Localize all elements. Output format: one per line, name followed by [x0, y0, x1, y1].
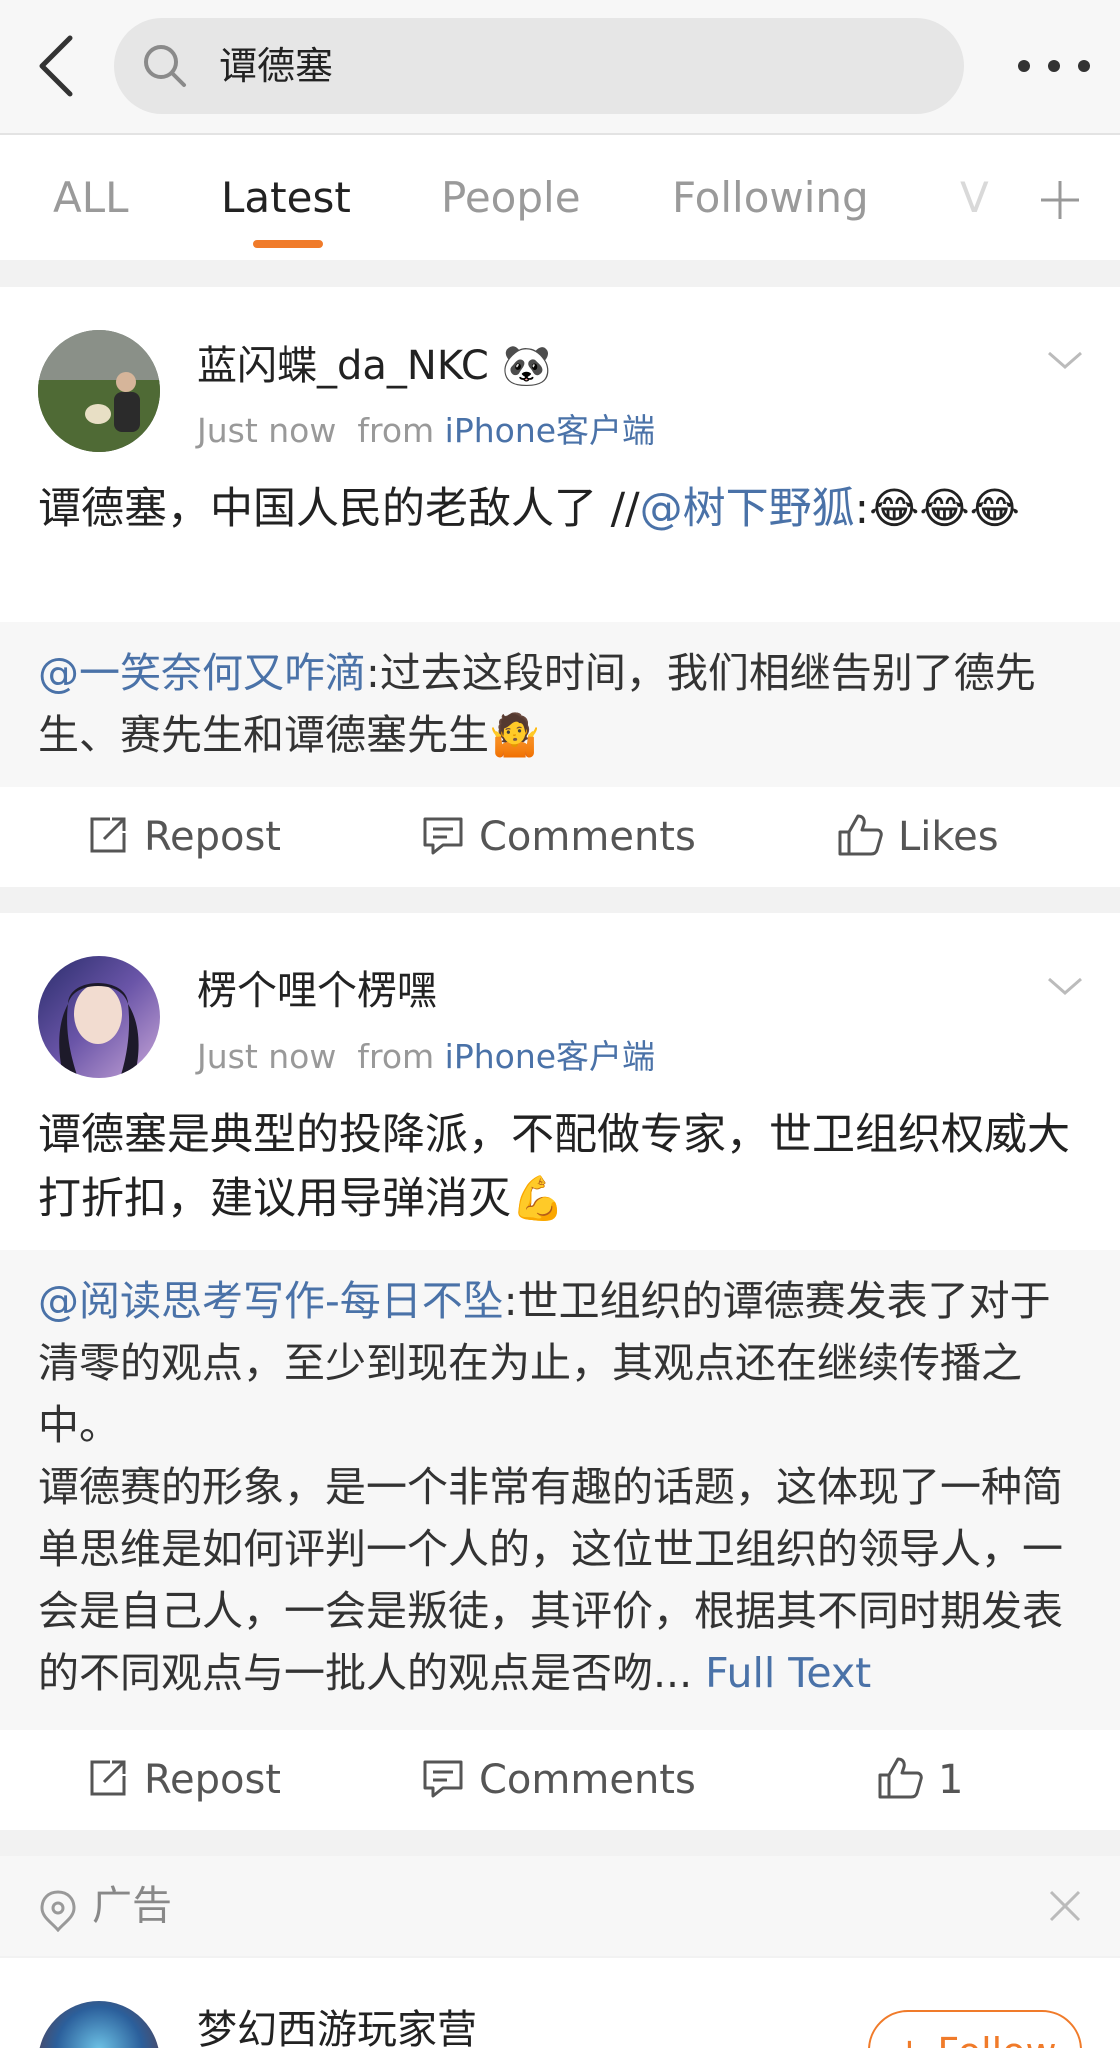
ad-card[interactable]: 梦幻西游玩家营 + Follow [0, 1958, 1120, 2048]
post-time: Just now [197, 1037, 337, 1076]
avatar[interactable] [38, 330, 160, 452]
repost-text: @一笑奈何又咋滴:过去这段时间，我们相继告别了德先生、赛先生和谭德塞先生🤷 [38, 649, 1036, 759]
post-actions: Repost Comments Likes [0, 787, 1120, 887]
back-icon[interactable] [30, 30, 84, 102]
like-icon [838, 814, 883, 856]
add-tab-icon[interactable] [1035, 175, 1085, 225]
post-meta: Just now from iPhone客户端 [197, 1035, 655, 1079]
post-body[interactable]: 谭德塞，中国人民的老敌人了 //@树下野狐:😂😂😂 [38, 477, 1088, 541]
post-time: Just now [197, 411, 337, 450]
post-actions: Repost Comments 1 [0, 1730, 1120, 1830]
screen: 谭德塞 ALL Latest People Following V 蓝闪蝶_da… [0, 0, 1120, 2048]
avatar[interactable] [38, 956, 160, 1078]
chevron-down-icon[interactable] [1045, 345, 1085, 375]
repost-block[interactable]: @阅读思考写作-每日不坠:世卫组织的谭德赛发表了对于清零的观点，至少到现在为止，… [0, 1250, 1120, 1730]
close-icon[interactable] [1047, 1888, 1083, 1924]
post-meta: Just now from iPhone客户端 [197, 409, 655, 453]
comments-button[interactable]: Comments [421, 811, 696, 863]
post-from: from [357, 411, 435, 450]
more-options-icon[interactable] [1010, 56, 1100, 76]
top-bar: 谭德塞 [0, 0, 1120, 135]
post-body[interactable]: 谭德塞是典型的投降派，不配做专家，世卫组织权威大打折扣，建议用导弹消灭💪 [38, 1103, 1088, 1231]
follow-button[interactable]: + Follow [868, 2010, 1082, 2048]
likes-button[interactable]: 1 [876, 1754, 963, 1806]
tab-partial[interactable]: V [960, 170, 990, 226]
repost-icon [90, 817, 126, 853]
comments-button[interactable]: Comments [421, 1754, 696, 1806]
chevron-down-icon[interactable] [1045, 971, 1085, 1001]
search-query: 谭德塞 [219, 44, 334, 88]
repost-text: @阅读思考写作-每日不坠:世卫组织的谭德赛发表了对于清零的观点，至少到现在为止，… [38, 1277, 1063, 1697]
tab-all[interactable]: ALL [53, 170, 129, 226]
post-source[interactable]: iPhone客户端 [445, 1037, 655, 1076]
post-source[interactable]: iPhone客户端 [445, 411, 655, 450]
mention-link[interactable]: @树下野狐 [640, 484, 855, 534]
mention-link[interactable]: @一笑奈何又咋滴 [38, 649, 366, 697]
comment-icon [423, 1760, 463, 1798]
repost-block[interactable]: @一笑奈何又咋滴:过去这段时间，我们相继告别了德先生、赛先生和谭德塞先生🤷 [0, 622, 1120, 787]
tab-people[interactable]: People [441, 170, 581, 226]
post-card[interactable]: 楞个哩个楞嘿 Just now from iPhone客户端 谭德塞是典型的投降… [0, 913, 1120, 1250]
repost-button[interactable]: Repost [86, 811, 281, 863]
active-tab-indicator [253, 240, 323, 248]
post-username[interactable]: 蓝闪蝶_da_NKC 🐼 [197, 340, 551, 392]
post-from: from [357, 1037, 435, 1076]
like-icon [878, 1757, 923, 1799]
ad-icon [38, 1888, 78, 1933]
tab-following[interactable]: Following [672, 170, 869, 226]
search-input[interactable]: 谭德塞 [114, 18, 964, 114]
mention-link[interactable]: @阅读思考写作-每日不坠 [38, 1277, 504, 1325]
avatar[interactable] [38, 2001, 160, 2048]
full-text-link[interactable]: Full Text [705, 1649, 871, 1697]
likes-button[interactable]: Likes [836, 811, 999, 863]
post-username[interactable]: 楞个哩个楞嘿 [197, 965, 437, 1017]
ad-username[interactable]: 梦幻西游玩家营 [197, 2004, 477, 2048]
panda-icon: 🐼 [501, 343, 552, 389]
tab-latest[interactable]: Latest [221, 170, 351, 226]
ad-header: 广告 [0, 1856, 1120, 1956]
post-card[interactable]: 蓝闪蝶_da_NKC 🐼 Just now from iPhone客户端 谭德塞… [0, 287, 1120, 622]
ad-label: 广告 [92, 1883, 172, 1929]
repost-icon [90, 1760, 126, 1796]
repost-button[interactable]: Repost [86, 1754, 281, 1806]
search-icon [142, 43, 188, 89]
filter-tabs: ALL Latest People Following V [0, 135, 1120, 260]
comment-icon [423, 817, 463, 855]
